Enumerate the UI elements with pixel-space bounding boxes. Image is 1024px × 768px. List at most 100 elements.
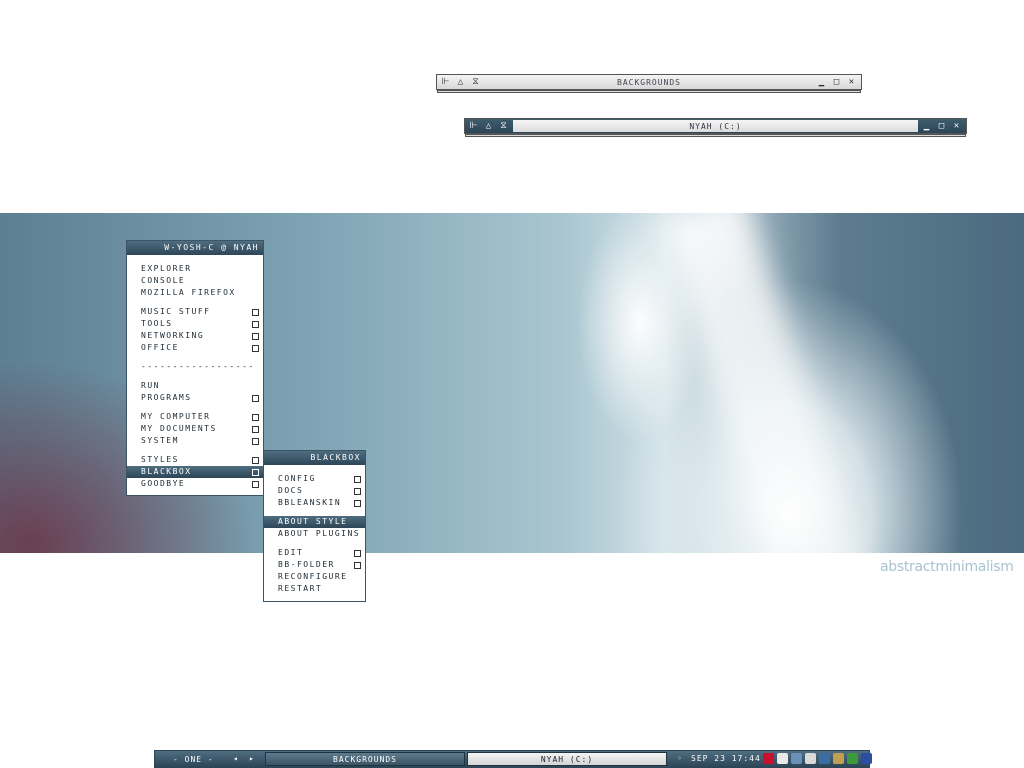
menu-item-label: SYSTEM bbox=[141, 436, 179, 445]
submenu-indicator-icon bbox=[252, 457, 259, 464]
submenu-indicator-icon bbox=[354, 500, 361, 507]
menu-item-restart[interactable]: RESTART bbox=[264, 583, 365, 595]
sync-icon[interactable] bbox=[833, 753, 844, 764]
close-icon[interactable]: ✕ bbox=[847, 77, 857, 87]
window-nyah-c[interactable]: ⊩ △ ⧖ NYAH (C:) ▁ □ ✕ bbox=[464, 118, 967, 137]
menu-item-label: DOCS bbox=[278, 486, 304, 495]
wallpaper-light-ray bbox=[657, 213, 873, 553]
submenu-indicator-icon bbox=[252, 309, 259, 316]
submenu-indicator-icon bbox=[354, 562, 361, 569]
prev-workspace-icon[interactable]: ◂ bbox=[233, 754, 239, 763]
menu-item-explorer[interactable]: EXPLORER bbox=[127, 263, 263, 275]
menu-item-label: RECONFIGURE bbox=[278, 572, 348, 581]
submenu-indicator-icon bbox=[252, 414, 259, 421]
menu-item-my-documents[interactable]: MY DOCUMENTS bbox=[127, 423, 263, 435]
close-icon[interactable]: ✕ bbox=[952, 121, 962, 131]
submenu-indicator-icon bbox=[252, 481, 259, 488]
menu-item-label: PROGRAMS bbox=[141, 393, 192, 402]
hourglass-icon[interactable]: ⧖ bbox=[499, 121, 509, 131]
maximize-icon[interactable]: □ bbox=[832, 77, 842, 87]
menu-item-label: EXPLORER bbox=[141, 264, 192, 273]
shade-icon[interactable]: △ bbox=[456, 77, 466, 87]
window-backgrounds[interactable]: ⊩ △ ⧖ BACKGROUNDS ▁ □ ✕ bbox=[436, 74, 862, 93]
network-icon[interactable] bbox=[791, 753, 802, 764]
green-arrow-icon[interactable] bbox=[847, 753, 858, 764]
app-icon[interactable] bbox=[861, 753, 872, 764]
menu-item-bb-folder[interactable]: BB-FOLDER bbox=[264, 559, 365, 571]
menu-item-console[interactable]: CONSOLE bbox=[127, 275, 263, 287]
pin-icon[interactable]: ⊩ bbox=[441, 77, 451, 87]
menu-item-label: CONFIG bbox=[278, 474, 316, 483]
menu-item-goodbye[interactable]: GOODBYE bbox=[127, 478, 263, 490]
system-tray bbox=[763, 753, 872, 764]
clock[interactable]: SEP 23 17:44 bbox=[691, 754, 761, 763]
menu-item-label: EDIT bbox=[278, 548, 304, 557]
pin-icon[interactable]: ⊩ bbox=[469, 121, 479, 131]
menu-item-label: BLACKBOX bbox=[141, 467, 192, 476]
menu-item-edit[interactable]: EDIT bbox=[264, 547, 365, 559]
minimize-icon[interactable]: ▁ bbox=[922, 121, 932, 131]
window-handle[interactable] bbox=[437, 90, 861, 93]
submenu-indicator-icon bbox=[252, 426, 259, 433]
blackbox-submenu: BLACKBOX CONFIG DOCS BBLEANSKIN ABOUT ST… bbox=[263, 450, 366, 602]
menu-item-my-computer[interactable]: MY COMPUTER bbox=[127, 411, 263, 423]
window-title: NYAH (C:) bbox=[689, 122, 742, 131]
menu-item-run[interactable]: RUN bbox=[127, 380, 263, 392]
root-menu: W-YOSH-C @ NYAH EXPLORER CONSOLE MOZILLA… bbox=[126, 240, 264, 496]
speaker-icon[interactable] bbox=[805, 753, 816, 764]
menu-item-music-stuff[interactable]: MUSIC STUFF bbox=[127, 306, 263, 318]
window-handle[interactable] bbox=[465, 134, 966, 137]
submenu-indicator-icon bbox=[354, 550, 361, 557]
menu-item-label: MY COMPUTER bbox=[141, 412, 211, 421]
hourglass-icon[interactable]: ⧖ bbox=[471, 77, 481, 87]
menu-item-about-plugins[interactable]: ABOUT PLUGINS bbox=[264, 528, 365, 540]
submenu-indicator-icon bbox=[252, 469, 259, 476]
next-workspace-icon[interactable]: ▸ bbox=[249, 754, 255, 763]
menu-item-label: CONSOLE bbox=[141, 276, 186, 285]
menu-item-label: OFFICE bbox=[141, 343, 179, 352]
menu-item-label: NETWORKING bbox=[141, 331, 205, 340]
menu-item-docs[interactable]: DOCS bbox=[264, 485, 365, 497]
menu-item-label: RESTART bbox=[278, 584, 323, 593]
taskbar: - ONE - ◂ ▸ BACKGROUNDS NYAH (C:) ◦ SEP … bbox=[154, 750, 872, 768]
submenu-indicator-icon bbox=[252, 321, 259, 328]
menu-item-label: ABOUT STYLE bbox=[278, 517, 348, 526]
blackbox-submenu-title: BLACKBOX bbox=[264, 451, 365, 465]
root-menu-title: W-YOSH-C @ NYAH bbox=[127, 241, 263, 255]
submenu-indicator-icon bbox=[252, 333, 259, 340]
menu-item-label: STYLES bbox=[141, 455, 179, 464]
menu-item-networking[interactable]: NETWORKING bbox=[127, 330, 263, 342]
maximize-icon[interactable]: □ bbox=[937, 121, 947, 131]
menu-item-label: ABOUT PLUGINS bbox=[278, 529, 361, 538]
wallpaper-brand-text: abstractminimalism bbox=[880, 559, 1014, 575]
menu-separator-text: ------------------ bbox=[141, 362, 255, 371]
menu-item-label: MY DOCUMENTS bbox=[141, 424, 217, 433]
display-icon[interactable] bbox=[819, 753, 830, 764]
minimize-icon[interactable]: ▁ bbox=[817, 77, 827, 87]
menu-item-config[interactable]: CONFIG bbox=[264, 473, 365, 485]
tray-toggle-icon[interactable]: ◦ bbox=[677, 754, 683, 763]
task-button-backgrounds[interactable]: BACKGROUNDS bbox=[265, 752, 465, 766]
menu-item-about-style[interactable]: ABOUT STYLE bbox=[264, 516, 365, 528]
menu-item-bbleanskin[interactable]: BBLEANSKIN bbox=[264, 497, 365, 509]
menu-item-label: RUN bbox=[141, 381, 160, 390]
menu-item-system[interactable]: SYSTEM bbox=[127, 435, 263, 447]
submenu-indicator-icon bbox=[354, 488, 361, 495]
shade-icon[interactable]: △ bbox=[484, 121, 494, 131]
menu-item-blackbox[interactable]: BLACKBOX bbox=[127, 466, 263, 478]
volume-icon[interactable] bbox=[777, 753, 788, 764]
menu-item-label: MOZILLA FIREFOX bbox=[141, 288, 236, 297]
menu-item-office[interactable]: OFFICE bbox=[127, 342, 263, 354]
menu-item-label: TOOLS bbox=[141, 319, 173, 328]
menu-item-reconfigure[interactable]: RECONFIGURE bbox=[264, 571, 365, 583]
menu-separator: ------------------ bbox=[127, 361, 263, 373]
task-button-nyah-c[interactable]: NYAH (C:) bbox=[467, 752, 667, 766]
workspace-label[interactable]: - ONE - bbox=[173, 755, 214, 764]
menu-item-tools[interactable]: TOOLS bbox=[127, 318, 263, 330]
menu-item-styles[interactable]: STYLES bbox=[127, 454, 263, 466]
menu-item-mozilla-firefox[interactable]: MOZILLA FIREFOX bbox=[127, 287, 263, 299]
ati-icon[interactable] bbox=[763, 753, 774, 764]
menu-item-label: GOODBYE bbox=[141, 479, 186, 488]
submenu-indicator-icon bbox=[252, 395, 259, 402]
menu-item-programs[interactable]: PROGRAMS bbox=[127, 392, 263, 404]
